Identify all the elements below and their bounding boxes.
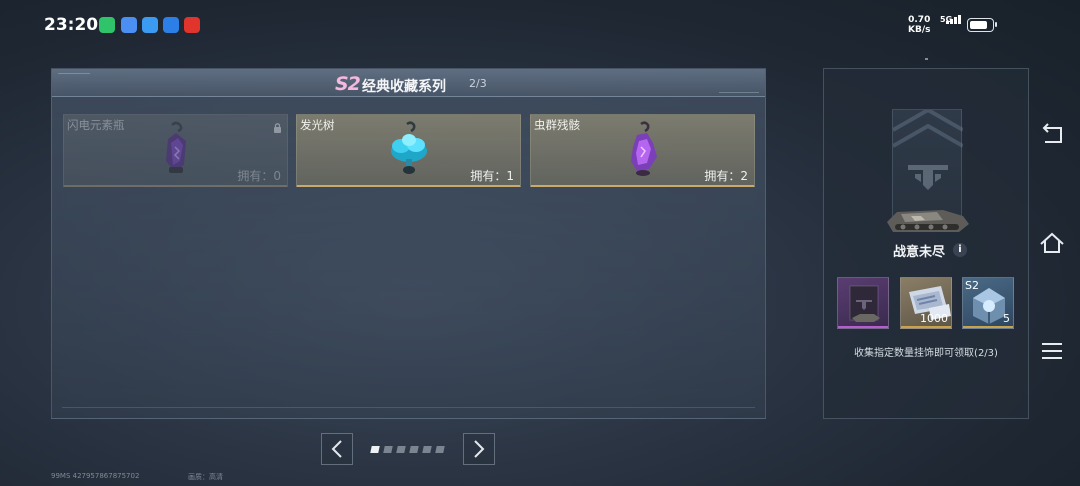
- rarity-ribbon: [901, 326, 951, 328]
- reward-item-voucher[interactable]: 1000: [900, 277, 952, 329]
- reward-title: 战意未尽: [892, 245, 945, 260]
- chevron-right-icon: [474, 440, 485, 458]
- status-bar: 23:20 0.70 KB/s 5G: [0, 0, 1080, 50]
- series-title: 经典收藏系列: [362, 79, 446, 95]
- menu-button[interactable]: [1037, 336, 1067, 366]
- item-name: 闪电元素瓶: [67, 118, 125, 132]
- collection-card[interactable]: 发光树 拥有：1: [296, 114, 521, 187]
- item-name: 虫群残骸: [534, 118, 580, 132]
- glowing-tree-icon: [387, 121, 431, 185]
- status-time: 23:20: [44, 15, 99, 35]
- reward-panel: 战意未尽 i 1000 S2 5 收集指定数量挂饰即可领取(2/3): [823, 58, 1029, 419]
- rarity-bar: [64, 185, 287, 187]
- back-arrow-icon: [1042, 123, 1062, 143]
- panel-marker: [925, 58, 928, 60]
- next-page-button[interactable]: [463, 433, 495, 465]
- page-dot[interactable]: [370, 446, 380, 453]
- ping-id-text: 99MS 427957867875702: [51, 472, 140, 480]
- page-indicator: [370, 446, 445, 453]
- reward-item-supply[interactable]: S2 5: [962, 277, 1014, 329]
- item-name: 发光树: [300, 118, 335, 132]
- item-count: 拥有：0: [237, 169, 281, 183]
- page-dot[interactable]: [422, 446, 432, 453]
- back-button[interactable]: [1037, 120, 1067, 150]
- reward-hint: 收集指定数量挂饰即可领取(2/3): [854, 348, 998, 359]
- home-icon: [1040, 232, 1064, 253]
- charm-frame-icon: [849, 285, 880, 322]
- tank-charm-icon: [881, 202, 973, 240]
- chevron-left-icon: [331, 440, 342, 458]
- battery-icon: [967, 18, 997, 32]
- reward-qty: 1000: [920, 312, 948, 325]
- page-dot[interactable]: [396, 446, 406, 453]
- app-icon: [184, 17, 200, 33]
- wechat-icon: [99, 17, 115, 33]
- menu-icon: [1042, 343, 1062, 359]
- collection-card[interactable]: 闪电元素瓶 拥有：0: [63, 114, 288, 187]
- quality-text: 画质：高清: [188, 473, 223, 481]
- reward-item-charm[interactable]: [837, 277, 889, 329]
- rarity-bar: [531, 185, 754, 187]
- collection-card[interactable]: 虫群残骸 拥有：2: [530, 114, 755, 187]
- series-progress: 2/3: [469, 77, 487, 90]
- header-decoration: [58, 73, 90, 74]
- page-dot[interactable]: [435, 446, 445, 453]
- lightning-bottle-icon: [156, 121, 196, 181]
- rarity-bar: [297, 185, 520, 187]
- page-dot[interactable]: [383, 446, 393, 453]
- prev-page-button[interactable]: [321, 433, 353, 465]
- home-button[interactable]: [1037, 228, 1067, 258]
- reward-qty: 5: [1003, 312, 1010, 325]
- header-decoration: [719, 92, 759, 93]
- network-speed: 0.70 KB/s: [908, 15, 931, 35]
- app-icon: [121, 17, 137, 33]
- collection-panel: S2 经典收藏系列 2/3 闪电元素瓶 拥有：0 发光树 拥有：1 虫群残骸 拥…: [51, 68, 766, 419]
- rarity-ribbon: [838, 326, 888, 328]
- info-icon[interactable]: i: [953, 243, 967, 257]
- lock-icon: [273, 118, 282, 137]
- panel-divider: [62, 407, 755, 408]
- app-icon: [142, 17, 158, 33]
- season-badge: S2: [335, 73, 361, 95]
- rarity-ribbon: [963, 326, 1013, 328]
- app-icon: [163, 17, 179, 33]
- page-dot[interactable]: [409, 446, 419, 453]
- swarm-remains-icon: [623, 121, 663, 185]
- item-count: 拥有：2: [704, 169, 748, 183]
- item-count: 拥有：1: [470, 169, 514, 183]
